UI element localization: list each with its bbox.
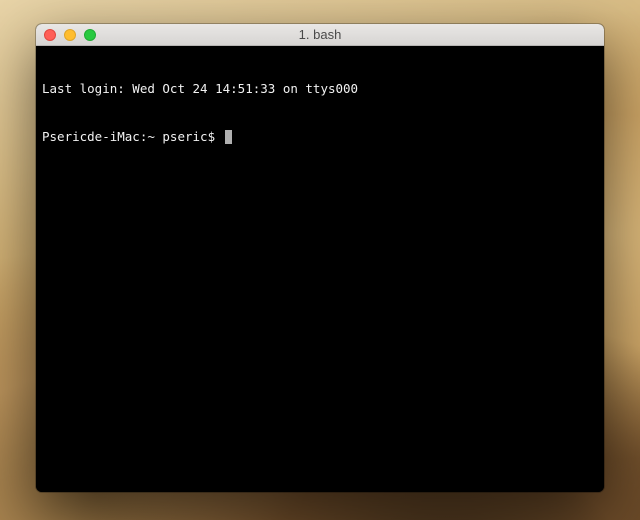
maximize-icon[interactable] xyxy=(84,29,96,41)
terminal-window: 1. bash Last login: Wed Oct 24 14:51:33 … xyxy=(36,24,604,492)
traffic-lights xyxy=(36,29,96,41)
close-icon[interactable] xyxy=(44,29,56,41)
shell-prompt: Psericde-iMac:~ pseric$ xyxy=(42,129,223,145)
minimize-icon[interactable] xyxy=(64,29,76,41)
text-cursor-icon xyxy=(225,130,232,144)
prompt-line: Psericde-iMac:~ pseric$ xyxy=(42,129,598,145)
last-login-line: Last login: Wed Oct 24 14:51:33 on ttys0… xyxy=(42,81,598,97)
window-title: 1. bash xyxy=(36,27,604,42)
window-titlebar[interactable]: 1. bash xyxy=(36,24,604,46)
terminal-viewport[interactable]: Last login: Wed Oct 24 14:51:33 on ttys0… xyxy=(36,46,604,492)
